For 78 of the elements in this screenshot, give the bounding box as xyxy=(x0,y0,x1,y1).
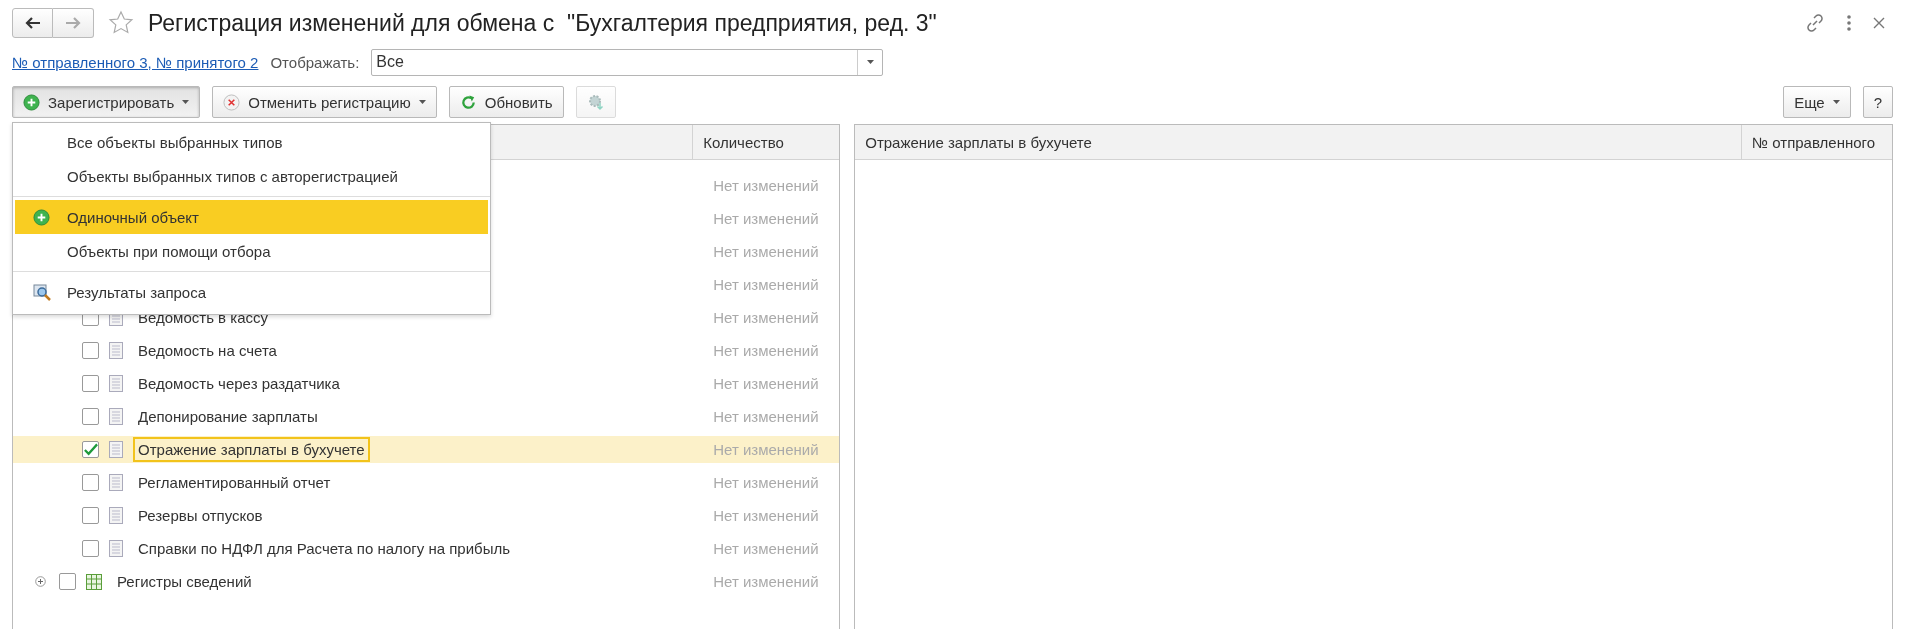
checkbox[interactable] xyxy=(59,573,76,590)
expand-icon[interactable] xyxy=(34,576,46,587)
count-cell-text: Нет изменений xyxy=(712,375,820,392)
menu-item[interactable]: Одиночный объект xyxy=(15,200,488,234)
filter-label: Отображать: xyxy=(270,53,360,71)
document-icon xyxy=(109,507,123,524)
right-arrow-icon xyxy=(65,17,81,29)
close-icon[interactable] xyxy=(1873,17,1885,29)
count-cell-text: Нет изменений xyxy=(712,342,820,359)
checkbox[interactable] xyxy=(82,441,99,458)
caret-icon xyxy=(418,100,426,104)
count-cell-text: Нет изменений xyxy=(712,573,820,590)
checkbox[interactable] xyxy=(82,342,99,359)
count-cell-text: Нет изменений xyxy=(712,441,820,458)
toolbar-button[interactable]: Отменить регистрацию xyxy=(212,86,437,118)
checkbox[interactable] xyxy=(82,375,99,392)
filter-select[interactable]: Все xyxy=(371,48,884,76)
checkbox[interactable] xyxy=(82,408,99,425)
more-icon[interactable] xyxy=(1847,15,1851,31)
more-button[interactable]: Еще xyxy=(1783,86,1851,118)
plus-icon xyxy=(33,208,50,226)
count-cell-text: Нет изменений xyxy=(712,507,820,524)
menu-item[interactable]: Объекты при помощи отбора xyxy=(15,234,488,268)
plus-icon xyxy=(23,93,40,111)
tree-row[interactable]: Регламентированный отчет Нет изменений xyxy=(13,469,840,496)
link-icon[interactable] xyxy=(1805,13,1825,33)
tree-item-label: Ведомость через раздатчика xyxy=(137,374,341,394)
checkbox[interactable] xyxy=(82,474,99,491)
exchange-numbers-link[interactable]: № отправленного 3, № принятого 2 xyxy=(12,53,259,71)
document-icon xyxy=(109,540,123,557)
menu-item[interactable]: Все объекты выбранных типов xyxy=(15,125,488,159)
menu-item[interactable]: Объекты выбранных типов с авторегистрацией xyxy=(15,159,488,193)
star-icon[interactable] xyxy=(108,10,134,36)
tree-row[interactable]: Регистры сведений Нет изменений xyxy=(13,568,840,595)
magnifier-icon xyxy=(33,283,51,301)
tree-item-label: Ведомость на счета xyxy=(137,341,278,361)
caret-icon xyxy=(1832,100,1840,104)
document-icon xyxy=(109,474,123,491)
tree-row[interactable]: Резервы отпусков Нет изменений xyxy=(13,502,840,529)
caret-icon xyxy=(866,60,874,64)
tree-row[interactable]: Отражение зарплаты в бухучете Нет изменений xyxy=(13,436,840,463)
tree-item-label: Ведомость в кассу xyxy=(137,308,269,328)
count-cell-text: Нет изменений xyxy=(712,474,820,491)
menu-item[interactable]: Результаты запроса xyxy=(15,275,488,309)
column-header: Отражение зарплаты в бухучете xyxy=(864,132,1093,153)
window-title: Регистрация изменений для обмена с "Бухгалтерия предприятия, ред. 3" xyxy=(148,9,938,37)
tree-row[interactable]: Депонирование зарплаты Нет изменений xyxy=(13,403,840,430)
tree-item-label: Резервы отпусков xyxy=(137,506,264,526)
column-header: Количество xyxy=(692,125,840,159)
check-icon xyxy=(83,442,98,457)
tree-row[interactable]: Ведомость на счета Нет изменений xyxy=(13,337,840,364)
gear-icon xyxy=(586,93,605,111)
toolbar-button[interactable]: Обновить xyxy=(448,86,564,118)
tree-item-label: Справки по НДФЛ для Расчета по налогу на прибыль xyxy=(137,539,511,559)
tree-item-label: Регламентированный отчет xyxy=(137,473,332,493)
count-cell-text: Нет изменений xyxy=(712,540,820,557)
document-icon xyxy=(109,342,123,359)
left-arrow-icon xyxy=(24,17,41,29)
table-icon xyxy=(86,573,102,590)
count-cell-text: Нет изменений xyxy=(712,309,820,326)
toolbar-button[interactable]: Зарегистрировать xyxy=(12,86,201,118)
document-icon xyxy=(109,375,123,392)
tree-row[interactable]: Ведомость через раздатчика Нет изменений xyxy=(13,370,840,397)
document-icon xyxy=(109,408,123,425)
document-icon xyxy=(109,441,123,458)
refresh-icon xyxy=(459,93,477,111)
tree-row[interactable]: Справки по НДФЛ для Расчета по налогу на прибыль Нет изменений xyxy=(13,535,840,562)
column-header: № отправленного xyxy=(1741,125,1892,159)
tree-item-label: Депонирование зарплаты xyxy=(137,407,319,427)
help-button[interactable]: ? xyxy=(1862,86,1893,118)
tree-item-label: Отражение зарплаты в бухучете xyxy=(133,437,370,462)
cancel-icon xyxy=(223,93,241,111)
caret-icon xyxy=(182,100,190,104)
checkbox[interactable] xyxy=(82,507,99,524)
back-button[interactable] xyxy=(12,8,53,38)
tree-item-label: Регистры сведений xyxy=(116,572,253,592)
count-cell-text: Нет изменений xyxy=(712,408,820,425)
checkbox[interactable] xyxy=(82,540,99,557)
